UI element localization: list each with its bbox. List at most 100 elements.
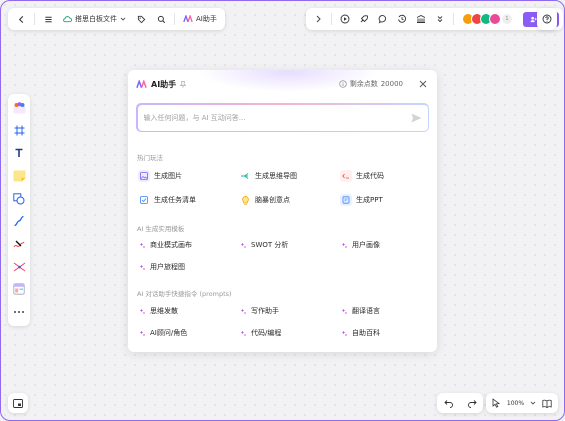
mindmap-tool[interactable] <box>10 258 28 276</box>
sparkle-icon <box>138 242 146 249</box>
search-button[interactable] <box>152 10 170 28</box>
sparkle-icon <box>138 264 146 271</box>
section-title-prompts: AI 对话助手快捷指令 (prompts) <box>137 290 232 298</box>
action-label: 生成PPT <box>356 196 383 204</box>
present-button[interactable] <box>337 10 353 28</box>
play-circle-icon <box>340 14 350 24</box>
sparkle-icon <box>239 308 247 315</box>
prompt-label: 自助百科 <box>352 329 380 337</box>
mindmap-icon <box>13 261 26 273</box>
template-business-canvas[interactable]: 商业模式画布 <box>138 240 192 250</box>
action-generate-image[interactable]: 生成图片 <box>138 170 182 182</box>
elements-library-tool[interactable] <box>10 99 28 117</box>
more-horizontal-icon <box>13 310 25 314</box>
chevron-right-icon <box>315 15 322 23</box>
comment-button[interactable] <box>375 10 391 28</box>
menu-button[interactable] <box>39 10 57 28</box>
redo-icon[interactable] <box>467 399 477 408</box>
prompt-label: 思维发散 <box>150 307 178 315</box>
mindmap-icon <box>239 170 251 182</box>
laser-pointer-button[interactable] <box>356 10 372 28</box>
avatar <box>489 13 501 25</box>
lightbulb-icon <box>239 194 251 206</box>
hamburger-menu-icon <box>44 15 53 24</box>
prompt-label: 写作助手 <box>251 307 279 315</box>
expand-more-button[interactable] <box>432 10 448 28</box>
search-icon <box>157 15 166 24</box>
action-generate-mindmap[interactable]: 生成思维导图 <box>239 170 297 182</box>
prompt-ai-advisor[interactable]: AI顾问/角色 <box>138 328 187 338</box>
tag-button[interactable] <box>132 10 150 28</box>
prompt-inner <box>137 104 428 131</box>
sparkle-icon <box>239 330 247 337</box>
top-right-toolbar: 1 分享 <box>306 8 564 30</box>
pin-icon[interactable] <box>180 80 187 88</box>
prompt-coding[interactable]: 代码/编程 <box>239 328 281 338</box>
add-user-icon <box>530 16 537 23</box>
prompt-divergent-thinking[interactable]: 思维发散 <box>138 306 178 316</box>
close-button[interactable] <box>417 78 429 90</box>
pen-tool[interactable] <box>10 235 28 253</box>
more-tools[interactable] <box>10 303 28 321</box>
template-swot[interactable]: SWOT 分析 <box>239 240 288 250</box>
collapse-button[interactable] <box>310 10 326 28</box>
checklist-icon <box>138 194 150 206</box>
template-user-journey[interactable]: 用户旅程图 <box>138 262 185 272</box>
template-library-button[interactable] <box>413 10 429 28</box>
prompt-label: 翻译语言 <box>352 307 380 315</box>
pen-icon <box>13 238 25 250</box>
action-generate-tasklist[interactable]: 生成任务清单 <box>138 194 196 206</box>
undo-icon[interactable] <box>443 399 454 408</box>
action-generate-ppt[interactable]: 生成PPT <box>340 194 383 206</box>
prompt-translate[interactable]: 翻译语言 <box>340 306 380 316</box>
send-icon[interactable] <box>411 113 422 123</box>
minimap-toggle-button[interactable] <box>8 393 28 413</box>
sparkle-icon <box>340 330 348 337</box>
undo-redo-controls <box>437 393 483 413</box>
document-title: 搭思白板文件 <box>75 15 117 23</box>
connector-line-icon <box>13 215 25 227</box>
comment-icon <box>378 14 388 24</box>
help-button[interactable] <box>537 8 557 30</box>
cursor-icon[interactable] <box>492 398 501 408</box>
connector-tool[interactable] <box>10 212 28 230</box>
history-icon <box>397 14 407 24</box>
shapes-palette-icon <box>13 102 26 114</box>
shape-tool[interactable] <box>10 190 28 208</box>
prompt-writing-assistant[interactable]: 写作助手 <box>239 306 279 316</box>
divider <box>174 13 175 25</box>
text-tool[interactable] <box>10 144 28 162</box>
history-button[interactable] <box>394 10 410 28</box>
prompt-input[interactable] <box>143 113 411 122</box>
book-map-icon[interactable] <box>542 399 552 408</box>
image-icon <box>138 170 150 182</box>
left-tool-palette <box>8 94 30 326</box>
frame-tool[interactable] <box>10 122 28 140</box>
template-user-persona[interactable]: 用户画像 <box>340 240 380 250</box>
document-title-dropdown[interactable]: 搭思白板文件 <box>59 14 130 24</box>
template-label: 用户画像 <box>352 241 380 249</box>
action-label: 脑暴创意点 <box>255 196 290 204</box>
ai-logo-icon <box>136 79 147 89</box>
sticky-note-tool[interactable] <box>10 167 28 185</box>
chevron-down-icon[interactable] <box>530 400 536 406</box>
ai-assistant-button[interactable]: AI助手 <box>179 14 221 24</box>
ai-logo-icon <box>183 15 193 23</box>
tag-icon <box>137 15 146 24</box>
template-label: SWOT 分析 <box>251 241 289 249</box>
prompt-label: 代码/编程 <box>251 329 282 337</box>
action-label: 生成任务清单 <box>154 196 196 204</box>
collaborator-avatars[interactable]: 1 <box>462 13 512 25</box>
code-icon <box>340 170 352 182</box>
shapes-icon <box>13 192 25 205</box>
prompt-encyclopedia[interactable]: 自助百科 <box>340 328 380 338</box>
section-title-templates: AI 生成实用模板 <box>137 225 185 233</box>
zoom-level[interactable]: 100% <box>507 400 524 407</box>
back-button[interactable] <box>12 10 30 28</box>
cloud-sync-icon <box>63 15 72 23</box>
ai-assistant-label: AI助手 <box>196 15 217 23</box>
template-tool[interactable] <box>10 280 28 298</box>
action-brainstorm[interactable]: 脑暴创意点 <box>239 194 290 206</box>
template-label: 商业模式画布 <box>150 241 192 249</box>
action-generate-code[interactable]: 生成代码 <box>340 170 384 182</box>
